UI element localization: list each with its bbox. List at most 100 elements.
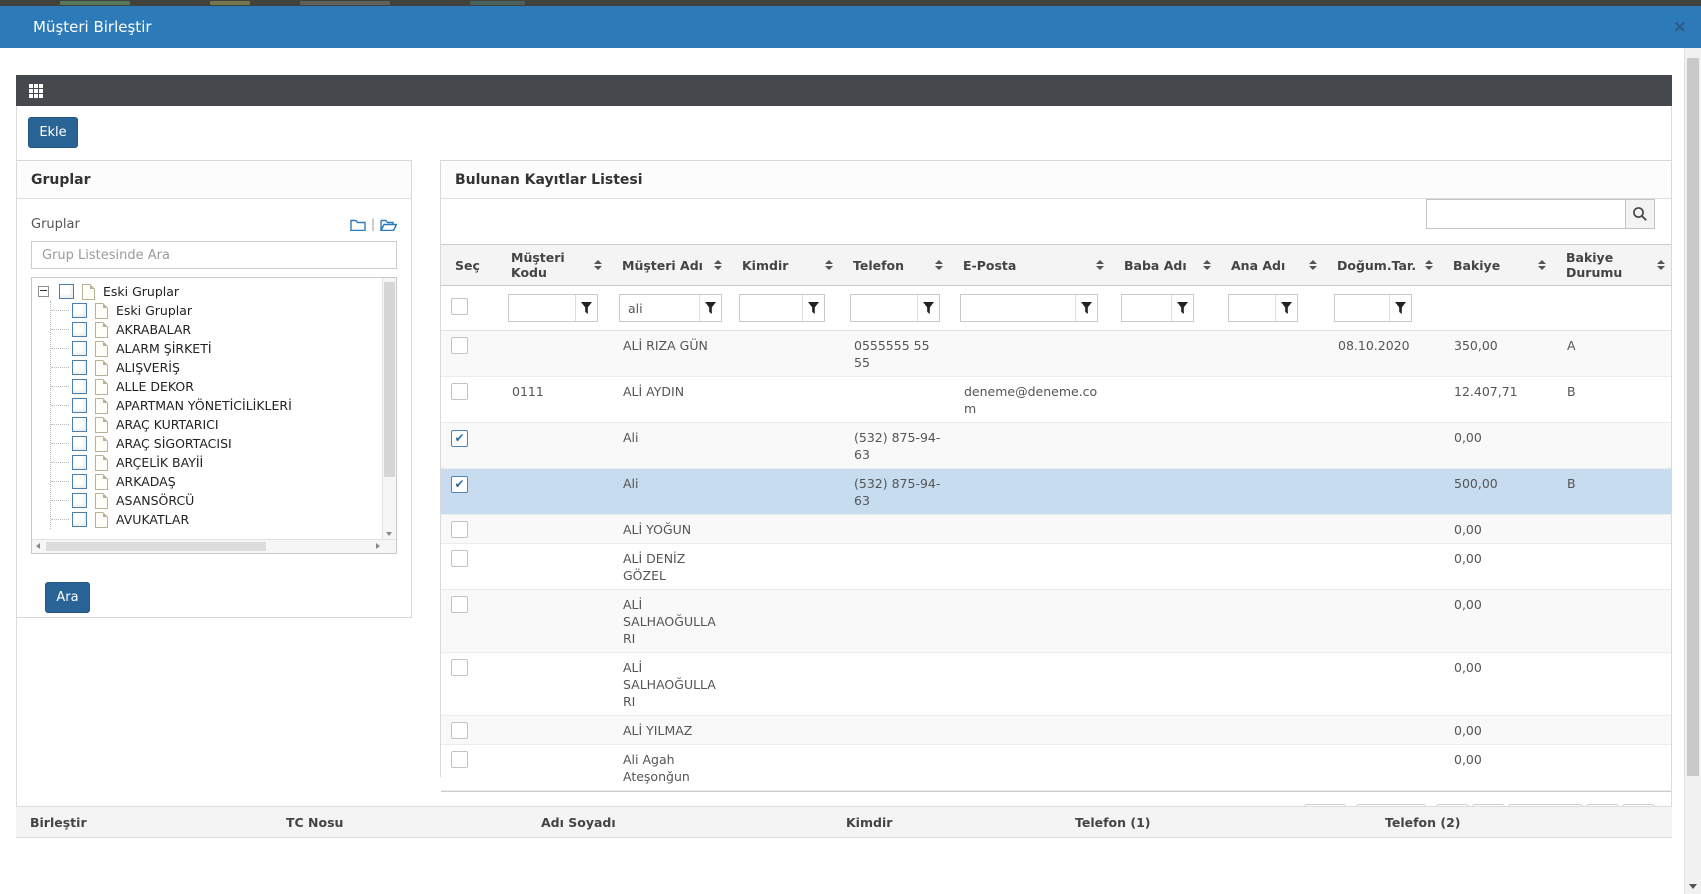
tree-item-checkbox[interactable] — [72, 341, 87, 356]
sort-icon[interactable] — [594, 260, 602, 270]
tree-item-checkbox[interactable] — [72, 398, 87, 413]
tree-item-checkbox[interactable] — [72, 379, 87, 394]
group-search-input[interactable] — [31, 241, 397, 269]
table-row[interactable]: Ali(532) 875-94-630,00 — [441, 423, 1671, 469]
tree-item-checkbox[interactable] — [72, 455, 87, 470]
row-checkbox[interactable] — [451, 596, 468, 613]
filter-input-baba-adi[interactable] — [1122, 301, 1171, 316]
filter-funnel-button[interactable] — [802, 295, 824, 321]
tree-vertical-scrollbar[interactable] — [382, 278, 396, 539]
tree-item[interactable]: AVUKATLAR — [51, 510, 382, 529]
search-button[interactable] — [1626, 199, 1655, 229]
column-header-bakiye[interactable]: Bakiye — [1439, 245, 1552, 285]
tree-item-checkbox[interactable] — [72, 436, 87, 451]
folder-open-icon[interactable] — [380, 218, 397, 231]
column-header-e-posta[interactable]: E-Posta — [949, 245, 1110, 285]
tree-horizontal-scrollbar[interactable] — [32, 539, 396, 553]
table-row[interactable]: ALİ YOĞUN0,00 — [441, 515, 1671, 544]
table-row[interactable]: ALİ YILMAZ0,00 — [441, 716, 1671, 745]
row-checkbox[interactable] — [451, 722, 468, 739]
filter-input-telefon[interactable] — [851, 301, 917, 316]
sort-icon[interactable] — [714, 260, 722, 270]
scroll-down-icon[interactable] — [386, 532, 392, 536]
filter-funnel-button[interactable] — [1075, 295, 1097, 321]
records-search-input[interactable] — [1426, 199, 1626, 229]
filter-funnel-button[interactable] — [575, 295, 597, 321]
page-scrollbar-thumb[interactable] — [1687, 58, 1699, 776]
tree-item[interactable]: ARAÇ KURTARICI — [51, 415, 382, 434]
column-header-ana-adi[interactable]: Ana Adı — [1217, 245, 1323, 285]
sort-icon[interactable] — [1657, 260, 1665, 270]
table-row[interactable]: ALİ RIZA GÜN0555555 55 5508.10.2020350,0… — [441, 331, 1671, 377]
filter-funnel-button[interactable] — [1389, 295, 1411, 321]
row-checkbox[interactable] — [451, 751, 468, 768]
column-header-musteri-kodu[interactable]: Müşteri Kodu — [497, 245, 608, 285]
tree-item-checkbox[interactable] — [72, 322, 87, 337]
row-checkbox[interactable] — [451, 659, 468, 676]
filter-input-musteri-adi[interactable] — [620, 301, 699, 316]
tree-item[interactable]: Eski Gruplar — [51, 301, 382, 320]
column-header-kimdir[interactable]: Kimdir — [728, 245, 839, 285]
tree-item[interactable]: ALLE DEKOR — [51, 377, 382, 396]
tree-root-item[interactable]: Eski Gruplar — [38, 282, 382, 301]
row-checkbox[interactable] — [451, 521, 468, 538]
sort-icon[interactable] — [1096, 260, 1104, 270]
tree-hscroll-thumb[interactable] — [46, 542, 266, 551]
select-all-checkbox[interactable] — [451, 298, 468, 315]
grid-icon[interactable] — [29, 84, 43, 98]
close-icon[interactable]: × — [1673, 19, 1687, 36]
tree-item[interactable]: ARKADAŞ — [51, 472, 382, 491]
table-row[interactable]: Ali Agah Ateşonğun0,00 — [441, 745, 1671, 791]
tree-item-checkbox[interactable] — [72, 512, 87, 527]
scroll-down-icon[interactable] — [1689, 884, 1697, 889]
sort-icon[interactable] — [935, 260, 943, 270]
column-header-telefon[interactable]: Telefon — [839, 245, 949, 285]
sort-icon[interactable] — [1203, 260, 1211, 270]
tree-item[interactable]: ASANSÖRCÜ — [51, 491, 382, 510]
tree-item[interactable]: ALIŞVERİŞ — [51, 358, 382, 377]
column-header-baba-adi[interactable]: Baba Adı — [1110, 245, 1217, 285]
tree-item[interactable]: AKRABALAR — [51, 320, 382, 339]
filter-input-musteri-kodu[interactable] — [509, 301, 575, 316]
column-header-dogum-tar[interactable]: Doğum.Tar. — [1323, 245, 1439, 285]
column-header-bakiye-durumu[interactable]: Bakiye Durumu — [1552, 245, 1671, 285]
tree-item-checkbox[interactable] — [72, 474, 87, 489]
sort-icon[interactable] — [825, 260, 833, 270]
folder-closed-icon[interactable] — [350, 218, 366, 231]
row-checkbox[interactable] — [451, 383, 468, 400]
tree-item[interactable]: APARTMAN YÖNETİCİLİKLERİ — [51, 396, 382, 415]
tree-item-checkbox[interactable] — [72, 360, 87, 375]
row-checkbox[interactable] — [451, 337, 468, 354]
filter-funnel-button[interactable] — [699, 295, 721, 321]
tree-root-checkbox[interactable] — [59, 284, 74, 299]
tree-item[interactable]: ARÇELİK BAYİİ — [51, 453, 382, 472]
filter-funnel-button[interactable] — [1275, 295, 1297, 321]
filter-funnel-button[interactable] — [917, 295, 939, 321]
add-button[interactable]: Ekle — [28, 117, 78, 148]
filter-input-dogum-tar[interactable] — [1335, 301, 1389, 316]
sort-icon[interactable] — [1538, 260, 1546, 270]
scroll-right-icon[interactable] — [376, 543, 380, 549]
tree-item-checkbox[interactable] — [72, 417, 87, 432]
row-checkbox[interactable] — [451, 430, 468, 447]
tree-item[interactable]: ARAÇ SİGORTACISI — [51, 434, 382, 453]
filter-input-e-posta[interactable] — [961, 301, 1075, 316]
collapse-expander-icon[interactable] — [38, 286, 49, 297]
row-checkbox[interactable] — [451, 550, 468, 567]
search-groups-button[interactable]: Ara — [45, 582, 90, 613]
tree-vscroll-thumb[interactable] — [384, 282, 395, 477]
filter-input-ana-adi[interactable] — [1229, 301, 1275, 316]
sort-icon[interactable] — [1425, 260, 1433, 270]
table-row[interactable]: ALİ DENİZ GÖZEL0,00 — [441, 544, 1671, 590]
row-checkbox[interactable] — [451, 476, 468, 493]
tree-item[interactable]: ALARM ŞİRKETİ — [51, 339, 382, 358]
tree-item-checkbox[interactable] — [72, 493, 87, 508]
filter-funnel-button[interactable] — [1171, 295, 1193, 321]
column-header-musteri-adi[interactable]: Müşteri Adı — [608, 245, 728, 285]
filter-input-kimdir[interactable] — [740, 301, 802, 316]
table-row[interactable]: 0111ALİ AYDINdeneme@deneme.com12.407,71B — [441, 377, 1671, 423]
table-row[interactable]: ALİ SALHAOĞULLARI0,00 — [441, 653, 1671, 716]
table-row[interactable]: Ali(532) 875-94-63500,00B — [441, 469, 1671, 515]
page-scrollbar[interactable] — [1684, 48, 1701, 894]
sort-icon[interactable] — [1309, 260, 1317, 270]
